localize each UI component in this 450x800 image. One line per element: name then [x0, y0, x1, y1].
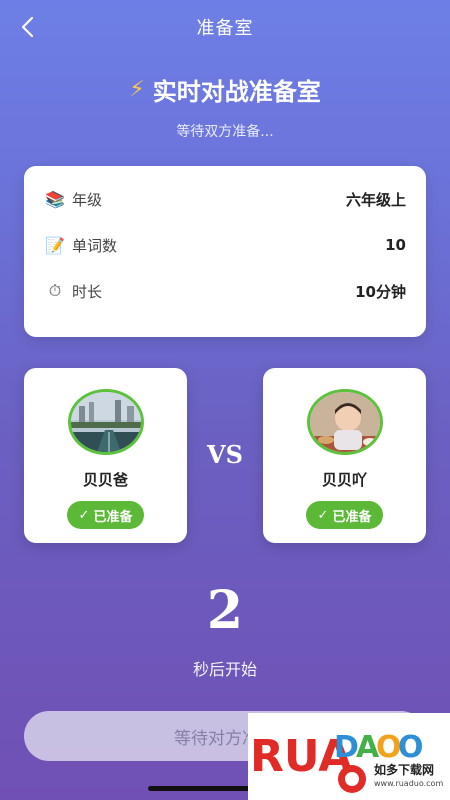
ready-label: 已准备: [332, 509, 372, 525]
player-name: 贝贝吖: [321, 471, 367, 489]
avatar: [67, 389, 144, 455]
memo-icon: 📝: [45, 235, 65, 255]
ready-badge: ✓ 已准备: [66, 501, 145, 529]
check-icon: ✓: [78, 507, 90, 523]
ready-badge: ✓ 已准备: [305, 501, 384, 529]
info-value: 10: [385, 236, 406, 254]
info-value: 10分钟: [355, 282, 406, 301]
check-icon: ✓: [317, 507, 329, 523]
info-label: 年级: [72, 190, 103, 209]
avatar: [306, 389, 383, 455]
info-label: 单词数: [72, 236, 118, 255]
player-card-right: 贝贝吖 ✓ 已准备: [263, 368, 426, 543]
stopwatch-icon: ⏱: [48, 281, 62, 300]
player-card-left: 贝贝爸 ✓ 已准备: [24, 368, 187, 543]
back-button[interactable]: [10, 10, 44, 44]
books-icon: 📚: [45, 189, 65, 209]
watermark-chinese-text: 如多下载网: [374, 763, 435, 777]
room-header: ⚡ 实时对战准备室 等待双方准备...: [0, 72, 450, 141]
avatar-city-image: [70, 392, 141, 452]
info-label: 时长: [72, 282, 103, 301]
watermark-url: www.ruaduo.com: [374, 779, 444, 788]
page-subtitle: 等待双方准备...: [176, 124, 274, 140]
countdown-number: 2: [206, 580, 244, 641]
countdown-label: 秒后开始: [192, 660, 257, 679]
info-row-grade: 📚 年级 六年级上: [44, 176, 406, 222]
page-title-row: ⚡ 实时对战准备室: [0, 72, 450, 107]
svg-text:O: O: [398, 730, 424, 765]
info-row-word-count: 📝 单词数 10: [44, 222, 406, 268]
avatar-child-image: [309, 392, 380, 452]
page-title: 实时对战准备室: [152, 78, 321, 106]
nav-bar: 准备室: [0, 0, 450, 54]
chevron-left-icon: [21, 16, 34, 38]
info-row-duration: ⏱ 时长 10分钟: [44, 268, 406, 314]
info-value: 六年级上: [345, 190, 406, 209]
ready-label: 已准备: [93, 509, 133, 525]
nav-title: 准备室: [196, 18, 254, 39]
battle-info-card: 📚 年级 六年级上 📝 单词数 10 ⏱ 时长 10分钟: [24, 166, 426, 337]
watermark-logo: RUA D A O O 如多下载网 www.ruaduo.com: [248, 713, 450, 800]
player-name: 贝贝爸: [82, 471, 128, 489]
lightning-icon: ⚡: [129, 77, 145, 102]
vs-label: VS: [207, 440, 243, 469]
